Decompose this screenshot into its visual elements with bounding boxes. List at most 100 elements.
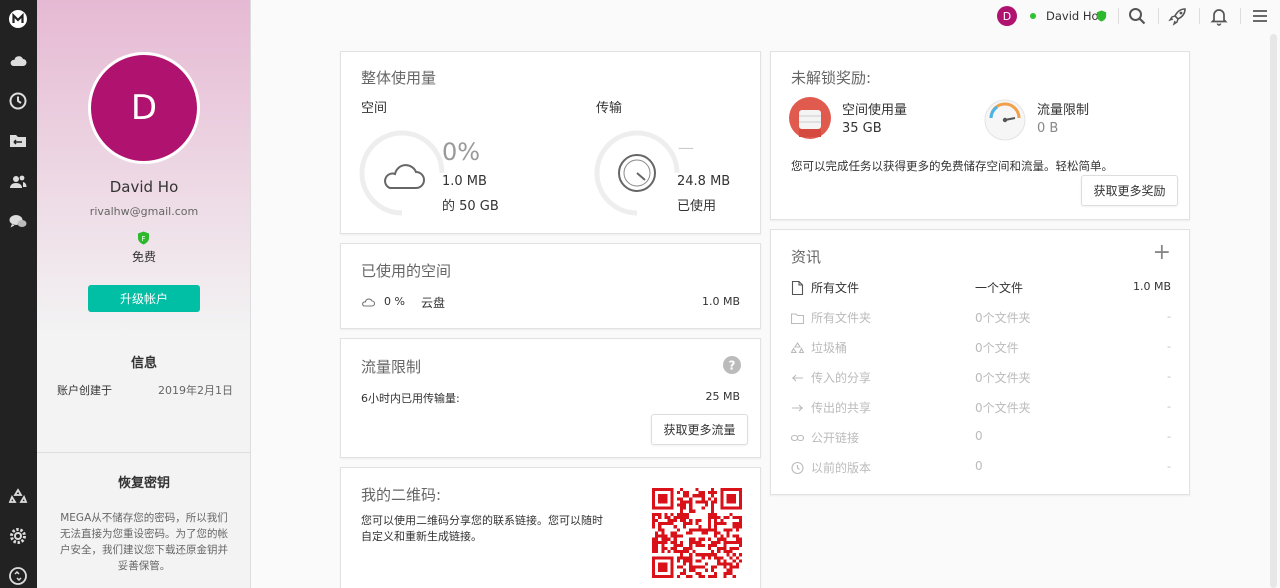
quota-row-label: 6小时内已用传输量:: [361, 392, 460, 405]
info-row-count: 一个文件: [975, 281, 1024, 295]
info-row-public-links[interactable]: 公开链接 0 -: [791, 429, 1171, 447]
rewards-card: 未解锁奖励: 空间使用量 35 GB 流量限制 0 B 您可以完成任务以获得更多…: [770, 51, 1190, 220]
notifications-bell-icon[interactable]: [1209, 6, 1229, 26]
info-row-incoming-shares[interactable]: 传入的分享 0个文件夹 -: [791, 369, 1171, 387]
recents-clock-icon[interactable]: [6, 89, 30, 113]
info-row-label: 所有文件: [811, 281, 860, 295]
search-icon[interactable]: [1127, 6, 1147, 26]
used-space-percent: 0 %: [384, 295, 405, 308]
recovery-key-title[interactable]: 恢复密钥: [37, 472, 251, 491]
outgoing-share-icon: [792, 404, 803, 412]
info-section-title: 信息: [130, 356, 157, 371]
info-row-label: 公开链接: [811, 431, 860, 445]
info-row-size: 1.0 MB: [1132, 280, 1171, 293]
profile-email: rivalhw@gmail.com: [89, 205, 199, 218]
cloud-drive-icon[interactable]: [6, 49, 30, 73]
info-row-rubbish[interactable]: 垃圾桶 0个文件 -: [791, 339, 1171, 357]
mega-logo-icon[interactable]: [6, 7, 30, 31]
reward-transfer-value: 0 B: [1037, 121, 1059, 136]
transfer-percent: —: [678, 138, 694, 157]
info-row-count: 0个文件夹: [975, 371, 1031, 385]
profile-hero: D David Ho rivalhw@gmail.com F 免费 升级帐户: [37, 0, 250, 332]
get-more-transfer-button[interactable]: 获取更多流量: [651, 414, 748, 445]
plan-label: 免费: [131, 250, 156, 264]
cloud-icon: [362, 298, 375, 307]
shared-folders-icon[interactable]: [6, 129, 30, 153]
info-row-outgoing-shares[interactable]: 传出的共享 0个文件夹 -: [791, 399, 1171, 417]
used-space-title: 已使用的空间: [361, 262, 452, 280]
info-row-label: 垃圾桶: [811, 341, 848, 355]
info-row-size: -: [1167, 310, 1171, 323]
version-clock-icon: [791, 461, 804, 475]
used-space-size: 1.0 MB: [701, 295, 740, 308]
transfer-used-label: 已使用: [677, 199, 717, 214]
rewards-note: 您可以完成任务以获得更多的免费储存空间和流量。轻松简单。: [791, 159, 1113, 173]
transfer-label: 传输: [596, 101, 623, 116]
transfer-ring-chart: [594, 130, 680, 216]
used-space-name: 云盘: [421, 296, 446, 310]
info-row-label: 所有文件夹: [811, 311, 872, 325]
free-plan-shield-icon: F: [138, 231, 149, 245]
info-row-all-files[interactable]: 所有文件 一个文件 1.0 MB: [791, 279, 1171, 297]
profile-divider: [37, 452, 251, 453]
top-user-name[interactable]: David Ho: [1046, 9, 1099, 23]
topbar-separator: [1158, 8, 1159, 24]
qr-modules: [652, 488, 742, 578]
account-created-label: 账户创建于: [57, 384, 112, 397]
overall-usage-card: 整体使用量 空间 0% 1.0 MB 的 50 GB 传输 — 24.8 MB …: [340, 51, 761, 234]
space-used-value: 1.0 MB: [442, 174, 487, 189]
info-row-size: -: [1167, 460, 1171, 473]
info-row-all-folders[interactable]: 所有文件夹 0个文件夹 -: [791, 309, 1171, 327]
upgrade-account-button[interactable]: 升级帐户: [88, 285, 200, 312]
reward-space-value: 35 GB: [842, 121, 882, 136]
used-space-card: 已使用的空间 0 % 云盘 1.0 MB: [340, 243, 761, 329]
page-scrollbar[interactable]: [1270, 34, 1277, 588]
get-more-rewards-button[interactable]: 获取更多奖励: [1081, 175, 1178, 206]
transfer-quota-title: 流量限制: [361, 358, 422, 376]
info-row-count: 0个文件夹: [975, 311, 1031, 325]
rewards-title: 未解锁奖励:: [791, 69, 872, 87]
account-created-row: 账户创建于 2019年2月1日: [57, 382, 233, 398]
info-row-size: -: [1167, 370, 1171, 383]
hamburger-menu-icon[interactable]: [1250, 6, 1270, 26]
storage-reward-icon: [789, 97, 831, 139]
incoming-share-icon: [792, 374, 803, 382]
chat-icon[interactable]: [6, 210, 30, 234]
rocket-icon[interactable]: [1168, 6, 1188, 26]
contacts-icon[interactable]: [6, 170, 30, 194]
topbar-separator: [1240, 8, 1241, 24]
topbar-separator: [1118, 8, 1119, 24]
info-row-size: -: [1167, 340, 1171, 353]
profile-avatar[interactable]: D: [88, 52, 200, 164]
info-row-count: 0个文件夹: [975, 401, 1031, 415]
plan-shield-icon: [1096, 10, 1107, 22]
qr-code-image[interactable]: [652, 488, 742, 578]
left-nav-rail: [0, 0, 37, 588]
info-row-count: 0: [975, 429, 983, 443]
profile-name: David Ho: [109, 178, 179, 196]
profile-panel: D David Ho rivalhw@gmail.com F 免费 升级帐户 信…: [37, 0, 251, 588]
rubbish-bin-icon[interactable]: [6, 485, 30, 509]
transfer-used-value: 24.8 MB: [677, 174, 731, 189]
qr-code-card: 我的二维码: 您可以使用二维码分享您的联系链接。您可以随时自定义和重新生成链接。: [340, 467, 761, 588]
qr-code-text: 您可以使用二维码分享您的联系链接。您可以随时自定义和重新生成链接。: [361, 514, 603, 543]
transfer-reward-gauge-icon: [984, 99, 1026, 141]
help-question-icon[interactable]: ?: [723, 356, 741, 374]
rubbish-icon: [791, 341, 804, 354]
reward-transfer-label: 流量限制: [1037, 103, 1090, 118]
add-plus-icon[interactable]: +: [1153, 240, 1171, 265]
transfer-status-icon[interactable]: [6, 564, 30, 588]
space-ring-chart: [359, 130, 445, 216]
topbar-separator: [1199, 8, 1200, 24]
user-avatar[interactable]: D: [997, 6, 1017, 26]
info-row-label: 传出的共享: [811, 401, 872, 415]
info-row-previous-versions[interactable]: 以前的版本 0 -: [791, 459, 1171, 477]
transfer-quota-card: 流量限制 ? 6小时内已用传输量: 25 MB 获取更多流量: [340, 338, 761, 458]
info-row-count: 0: [975, 459, 983, 473]
settings-gear-icon[interactable]: [6, 524, 30, 548]
info-row-label: 传入的分享: [811, 371, 872, 385]
link-icon: [791, 434, 804, 442]
overall-usage-title: 整体使用量: [361, 69, 437, 87]
top-bar: D David Ho: [990, 0, 1280, 32]
info-card: 资讯 + 所有文件 一个文件 1.0 MB 所有文件夹 0个文件夹 - 垃圾桶 …: [770, 229, 1190, 495]
